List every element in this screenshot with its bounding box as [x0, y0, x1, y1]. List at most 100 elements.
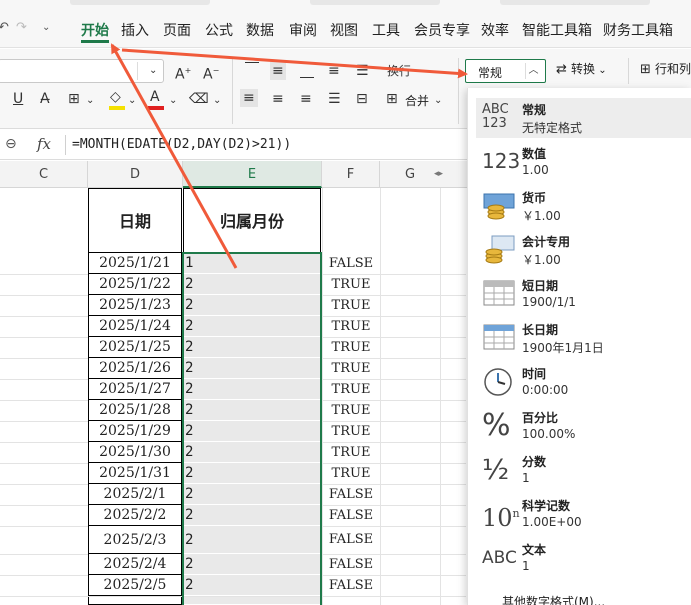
tab-home[interactable]: 开始: [81, 20, 109, 40]
more-number-formats-link[interactable]: 其他数字格式(M)...: [502, 593, 605, 605]
column-header-f[interactable]: F: [322, 161, 380, 188]
tab-view[interactable]: 视图: [330, 20, 358, 40]
chevron-down-icon[interactable]: ⌄: [86, 92, 94, 110]
tab-formula[interactable]: 公式: [205, 20, 233, 40]
chevron-down-icon[interactable]: ⌄: [169, 92, 177, 110]
flag-cell[interactable]: TRUE: [322, 463, 380, 484]
document-tab[interactable]: [500, 0, 650, 5]
month-cell[interactable]: 2: [183, 295, 321, 316]
flag-cell[interactable]: FALSE: [322, 575, 380, 596]
align-middle-icon[interactable]: ≡: [270, 62, 286, 80]
flag-cell[interactable]: TRUE: [322, 358, 380, 379]
increase-font-icon[interactable]: A+: [175, 62, 191, 84]
number-format-option[interactable]: ABC 文本 1: [476, 538, 691, 578]
date-cell[interactable]: 2025/1/28: [88, 400, 182, 421]
align-left-icon[interactable]: ≡: [240, 89, 258, 107]
tab-efficiency[interactable]: 效率: [481, 20, 509, 40]
date-cell[interactable]: [88, 597, 182, 605]
date-cell[interactable]: 2025/1/23: [88, 295, 182, 316]
month-cell[interactable]: 2: [183, 421, 321, 442]
column-header-d[interactable]: D: [88, 161, 183, 188]
font-size-box[interactable]: ⌄: [0, 59, 164, 83]
date-cell[interactable]: 2025/1/22: [88, 274, 182, 295]
chevron-down-icon[interactable]: ⌄: [434, 92, 442, 110]
date-cell[interactable]: 2025/2/2: [88, 505, 182, 526]
month-cell[interactable]: 2: [183, 575, 321, 596]
month-cell[interactable]: 2: [183, 274, 321, 295]
convert-button[interactable]: ⇄ 转换 ⌄: [556, 60, 607, 82]
column-header-c[interactable]: C: [0, 161, 88, 188]
tab-tools[interactable]: 工具: [372, 20, 400, 40]
align-center-icon[interactable]: ≡: [272, 90, 284, 108]
merge-button[interactable]: 合并: [405, 92, 429, 109]
flag-cell[interactable]: [322, 597, 380, 605]
rows-columns-button[interactable]: ⊞ 行和列: [640, 60, 691, 82]
indent-icon[interactable]: ≡: [328, 62, 340, 80]
flag-cell[interactable]: TRUE: [322, 337, 380, 358]
date-cell[interactable]: 2025/2/5: [88, 575, 182, 596]
decrease-font-icon[interactable]: A−: [203, 62, 219, 84]
chevron-down-icon[interactable]: ⌄: [128, 92, 136, 110]
chevron-down-icon[interactable]: ⌄: [213, 92, 221, 110]
date-cell[interactable]: 2025/1/31: [88, 463, 182, 484]
header-cell-date[interactable]: 日期: [88, 188, 182, 253]
undo-icon[interactable]: ↶: [0, 20, 9, 35]
document-tab[interactable]: [310, 0, 440, 5]
merge-icon[interactable]: ⊞: [386, 90, 398, 108]
date-cell[interactable]: 2025/1/21: [88, 253, 182, 274]
number-format-option[interactable]: 货币 ￥1.00: [476, 186, 691, 226]
number-format-combo[interactable]: 常规 ︿: [465, 59, 546, 83]
zoom-icon[interactable]: ⊖: [5, 136, 17, 152]
flag-cell[interactable]: TRUE: [322, 295, 380, 316]
date-cell[interactable]: 2025/2/3: [88, 526, 182, 554]
tab-smart-toolbox[interactable]: 智能工具箱: [522, 20, 592, 40]
border-icon[interactable]: ⊞: [68, 90, 80, 108]
underline-icon[interactable]: U: [13, 90, 23, 108]
date-cell[interactable]: 2025/2/1: [88, 484, 182, 505]
flag-cell[interactable]: TRUE: [322, 316, 380, 337]
tab-data[interactable]: 数据: [246, 20, 274, 40]
chevron-down-icon[interactable]: ⌄: [149, 62, 157, 80]
header-cell-month[interactable]: 归属月份: [183, 188, 321, 253]
tab-page[interactable]: 页面: [163, 20, 191, 40]
flag-cell[interactable]: FALSE: [322, 253, 380, 274]
month-cell[interactable]: 2: [183, 526, 321, 554]
font-color-icon[interactable]: A: [150, 88, 160, 106]
number-format-option[interactable]: 长日期 1900年1月1日: [476, 318, 691, 358]
outdent-icon[interactable]: ☰: [356, 62, 369, 80]
document-tab[interactable]: [70, 0, 210, 5]
number-format-option[interactable]: 短日期 1900/1/1: [476, 274, 691, 314]
month-cell[interactable]: 2: [183, 316, 321, 337]
wrap-text-button[interactable]: 换行: [387, 62, 411, 80]
scroll-arrows-icon[interactable]: ◂▸: [434, 169, 443, 179]
month-cell[interactable]: 2: [183, 442, 321, 463]
fx-icon[interactable]: fx: [37, 135, 51, 153]
number-format-option[interactable]: 123 数值 1.00: [476, 142, 691, 182]
flag-cell[interactable]: FALSE: [322, 484, 380, 505]
date-cell[interactable]: 2025/1/29: [88, 421, 182, 442]
month-cell[interactable]: 2: [183, 358, 321, 379]
distributed-icon[interactable]: ⊟: [356, 90, 368, 108]
month-cell[interactable]: 2: [183, 505, 321, 526]
number-format-option[interactable]: 时间 0:00:00: [476, 362, 691, 402]
column-header-g[interactable]: G: [380, 161, 440, 188]
number-format-option[interactable]: ½ 分数 1: [476, 450, 691, 490]
formula-input[interactable]: =MONTH(EDATE(D2,DAY(D2)>21)): [72, 137, 291, 152]
clear-format-icon[interactable]: ⌫: [189, 90, 209, 108]
date-cell[interactable]: 2025/1/25: [88, 337, 182, 358]
month-cell[interactable]: 1: [183, 253, 321, 274]
align-bottom-icon[interactable]: ⎽: [300, 62, 314, 80]
number-format-option[interactable]: ABC 123 常规 无特定格式: [476, 98, 691, 138]
flag-cell[interactable]: FALSE: [322, 554, 380, 575]
flag-cell[interactable]: FALSE: [322, 526, 380, 554]
month-cell[interactable]: 2: [183, 484, 321, 505]
month-cell[interactable]: 2: [183, 554, 321, 575]
number-format-option[interactable]: % 百分比 100.00%: [476, 406, 691, 446]
number-format-option[interactable]: 10n 科学记数 1.00E+00: [476, 494, 691, 534]
flag-cell[interactable]: TRUE: [322, 400, 380, 421]
column-header-e[interactable]: E: [183, 161, 322, 188]
strikethrough-icon[interactable]: A̶: [40, 90, 50, 108]
date-cell[interactable]: 2025/1/26: [88, 358, 182, 379]
date-cell[interactable]: 2025/1/24: [88, 316, 182, 337]
flag-cell[interactable]: TRUE: [322, 442, 380, 463]
